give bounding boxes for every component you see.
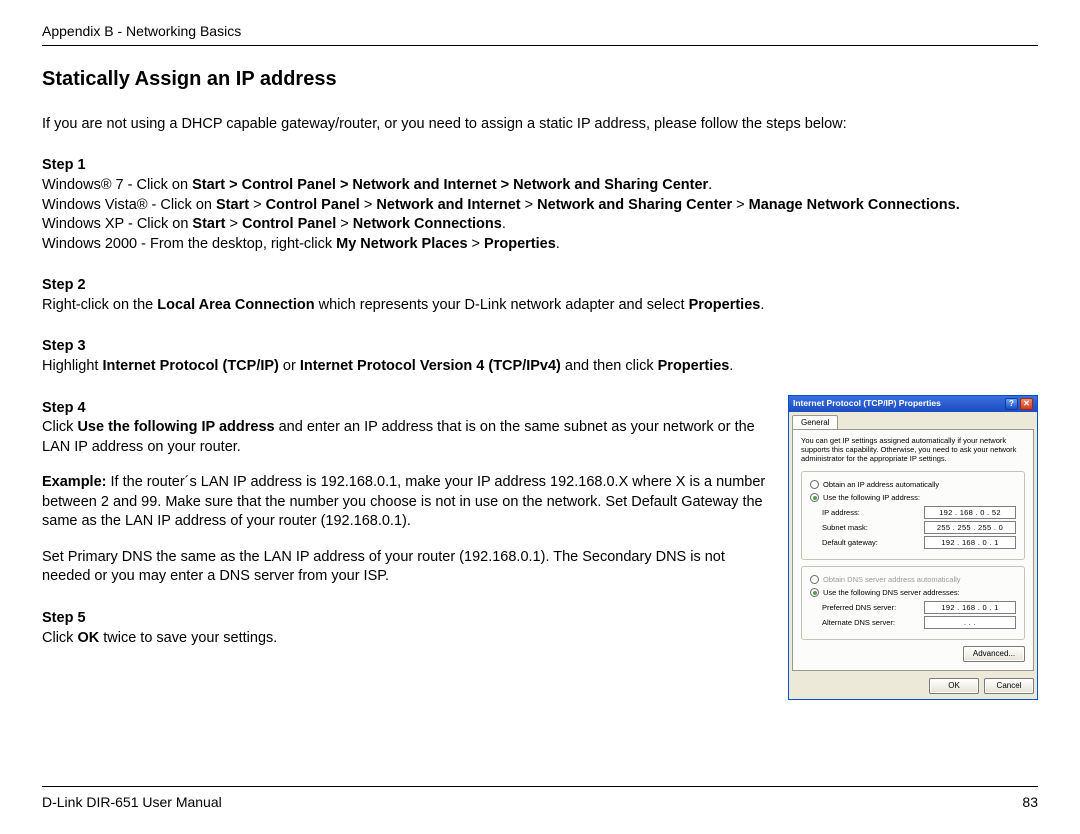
text: Click — [42, 630, 77, 646]
step-2-text: Right-click on the Local Area Connection… — [42, 296, 1038, 316]
page-title: Statically Assign an IP address — [42, 66, 1038, 93]
dialog-tab-row: General — [789, 412, 1037, 430]
text: twice to save your settings. — [99, 630, 277, 646]
text: . — [760, 297, 764, 313]
tab-general[interactable]: General — [792, 415, 838, 430]
bold-text: Internet Protocol (TCP/IP) — [102, 358, 278, 374]
dialog-titlebar: Internet Protocol (TCP/IP) Properties ? … — [789, 396, 1037, 412]
intro-paragraph: If you are not using a DHCP capable gate… — [42, 115, 1038, 135]
radio-icon — [810, 575, 819, 584]
preferred-dns-label: Preferred DNS server: — [810, 603, 896, 612]
bold-text: Network and Sharing Center — [537, 197, 732, 213]
dialog-description: You can get IP settings assigned automat… — [801, 436, 1025, 463]
text: Right-click on the — [42, 297, 157, 313]
bold-text: Control Panel — [266, 197, 360, 213]
preferred-dns-field[interactable]: 192 . 168 . 0 . 1 — [924, 601, 1016, 614]
ip-address-label: IP address: — [810, 508, 860, 517]
text: which represents your D-Link network ada… — [315, 297, 689, 313]
header-breadcrumb: Appendix B - Networking Basics — [42, 22, 1038, 41]
help-button[interactable]: ? — [1005, 398, 1018, 410]
dialog-title: Internet Protocol (TCP/IP) Properties — [793, 398, 941, 408]
ok-button[interactable]: OK — [929, 678, 979, 694]
text: . — [556, 236, 560, 252]
text: . — [729, 358, 733, 374]
radio-auto-ip[interactable]: Obtain an IP address automatically — [810, 480, 1016, 489]
text: Highlight — [42, 358, 102, 374]
dialog-body: You can get IP settings assigned automat… — [792, 429, 1034, 671]
text: and then click — [561, 358, 658, 374]
text: > — [521, 197, 538, 213]
text: . — [502, 216, 506, 232]
text: Windows Vista® - Click on — [42, 197, 216, 213]
bold-text: Local Area Connection — [157, 297, 314, 313]
bold-text: Manage Network Connections. — [749, 197, 960, 213]
ip-address-field[interactable]: 192 . 168 . 0 . 52 — [924, 506, 1016, 519]
step-2-label: Step 2 — [42, 276, 1038, 296]
bold-text: Example: — [42, 474, 106, 490]
radio-use-dns[interactable]: Use the following DNS server addresses: — [810, 588, 1016, 597]
alternate-dns-field[interactable]: . . . — [924, 616, 1016, 629]
step-1-w2000: Windows 2000 - From the desktop, right-c… — [42, 235, 1038, 255]
radio-label: Use the following DNS server addresses: — [823, 588, 960, 597]
close-button[interactable]: ✕ — [1020, 398, 1033, 410]
bold-text: Start — [192, 216, 225, 232]
radio-label: Obtain an IP address automatically — [823, 480, 939, 489]
subnet-mask-label: Subnet mask: — [810, 523, 868, 532]
text: If the router´s LAN IP address is 192.16… — [42, 474, 765, 529]
step-3-text: Highlight Internet Protocol (TCP/IP) or … — [42, 357, 1038, 377]
step-1-win7: Windows® 7 - Click on Start > Control Pa… — [42, 176, 1038, 196]
bold-text: Use the following IP address — [77, 419, 274, 435]
step-1-label: Step 1 — [42, 156, 1038, 176]
content-body: Step 1 Windows® 7 - Click on Start > Con… — [42, 156, 1038, 700]
alternate-dns-label: Alternate DNS server: — [810, 618, 895, 627]
subnet-mask-field[interactable]: 255 . 255 . 255 . 0 — [924, 521, 1016, 534]
step-3-label: Step 3 — [42, 337, 1038, 357]
bold-text: Control Panel — [242, 216, 336, 232]
text: Windows® 7 - Click on — [42, 177, 192, 193]
bold-text: Internet Protocol Version 4 (TCP/IPv4) — [300, 358, 561, 374]
bold-text: Properties — [689, 297, 761, 313]
radio-icon — [810, 588, 819, 597]
tcpip-dialog: Internet Protocol (TCP/IP) Properties ? … — [788, 395, 1038, 701]
default-gateway-field[interactable]: 192 . 168 . 0 . 1 — [924, 536, 1016, 549]
radio-use-ip[interactable]: Use the following IP address: — [810, 493, 1016, 502]
radio-label: Use the following IP address: — [823, 493, 920, 502]
bold-text: Properties — [658, 358, 730, 374]
text: Windows XP - Click on — [42, 216, 192, 232]
text: > — [468, 236, 485, 252]
step-1-xp: Windows XP - Click on Start > Control Pa… — [42, 215, 1038, 235]
advanced-button[interactable]: Advanced... — [963, 646, 1025, 662]
default-gateway-label: Default gateway: — [810, 538, 878, 547]
radio-icon — [810, 480, 819, 489]
bold-text: My Network Places — [336, 236, 467, 252]
footer-page-number: 83 — [1022, 793, 1038, 812]
text: > — [249, 197, 266, 213]
radio-icon — [810, 493, 819, 502]
text: > — [732, 197, 749, 213]
text: . — [708, 177, 712, 193]
text: > — [360, 197, 377, 213]
bold-text: OK — [77, 630, 99, 646]
ip-group: Obtain an IP address automatically Use t… — [801, 471, 1025, 560]
bold-text: Network Connections — [353, 216, 502, 232]
footer-manual-name: D-Link DIR-651 User Manual — [42, 793, 222, 812]
text: Windows 2000 - From the desktop, right-c… — [42, 236, 336, 252]
text: > — [336, 216, 353, 232]
dns-group: Obtain DNS server address automatically … — [801, 566, 1025, 640]
text: or — [279, 358, 300, 374]
bold-text: Properties — [484, 236, 556, 252]
bold-text: Start — [216, 197, 249, 213]
text: Click — [42, 419, 77, 435]
radio-auto-dns: Obtain DNS server address automatically — [810, 575, 1016, 584]
step-1-vista: Windows Vista® - Click on Start > Contro… — [42, 196, 1038, 216]
bold-text: Start > Control Panel > Network and Inte… — [192, 177, 708, 193]
header-rule — [42, 45, 1038, 46]
cancel-button[interactable]: Cancel — [984, 678, 1034, 694]
footer: D-Link DIR-651 User Manual 83 — [42, 782, 1038, 812]
radio-label: Obtain DNS server address automatically — [823, 575, 961, 584]
bold-text: Network and Internet — [376, 197, 520, 213]
text: > — [225, 216, 242, 232]
